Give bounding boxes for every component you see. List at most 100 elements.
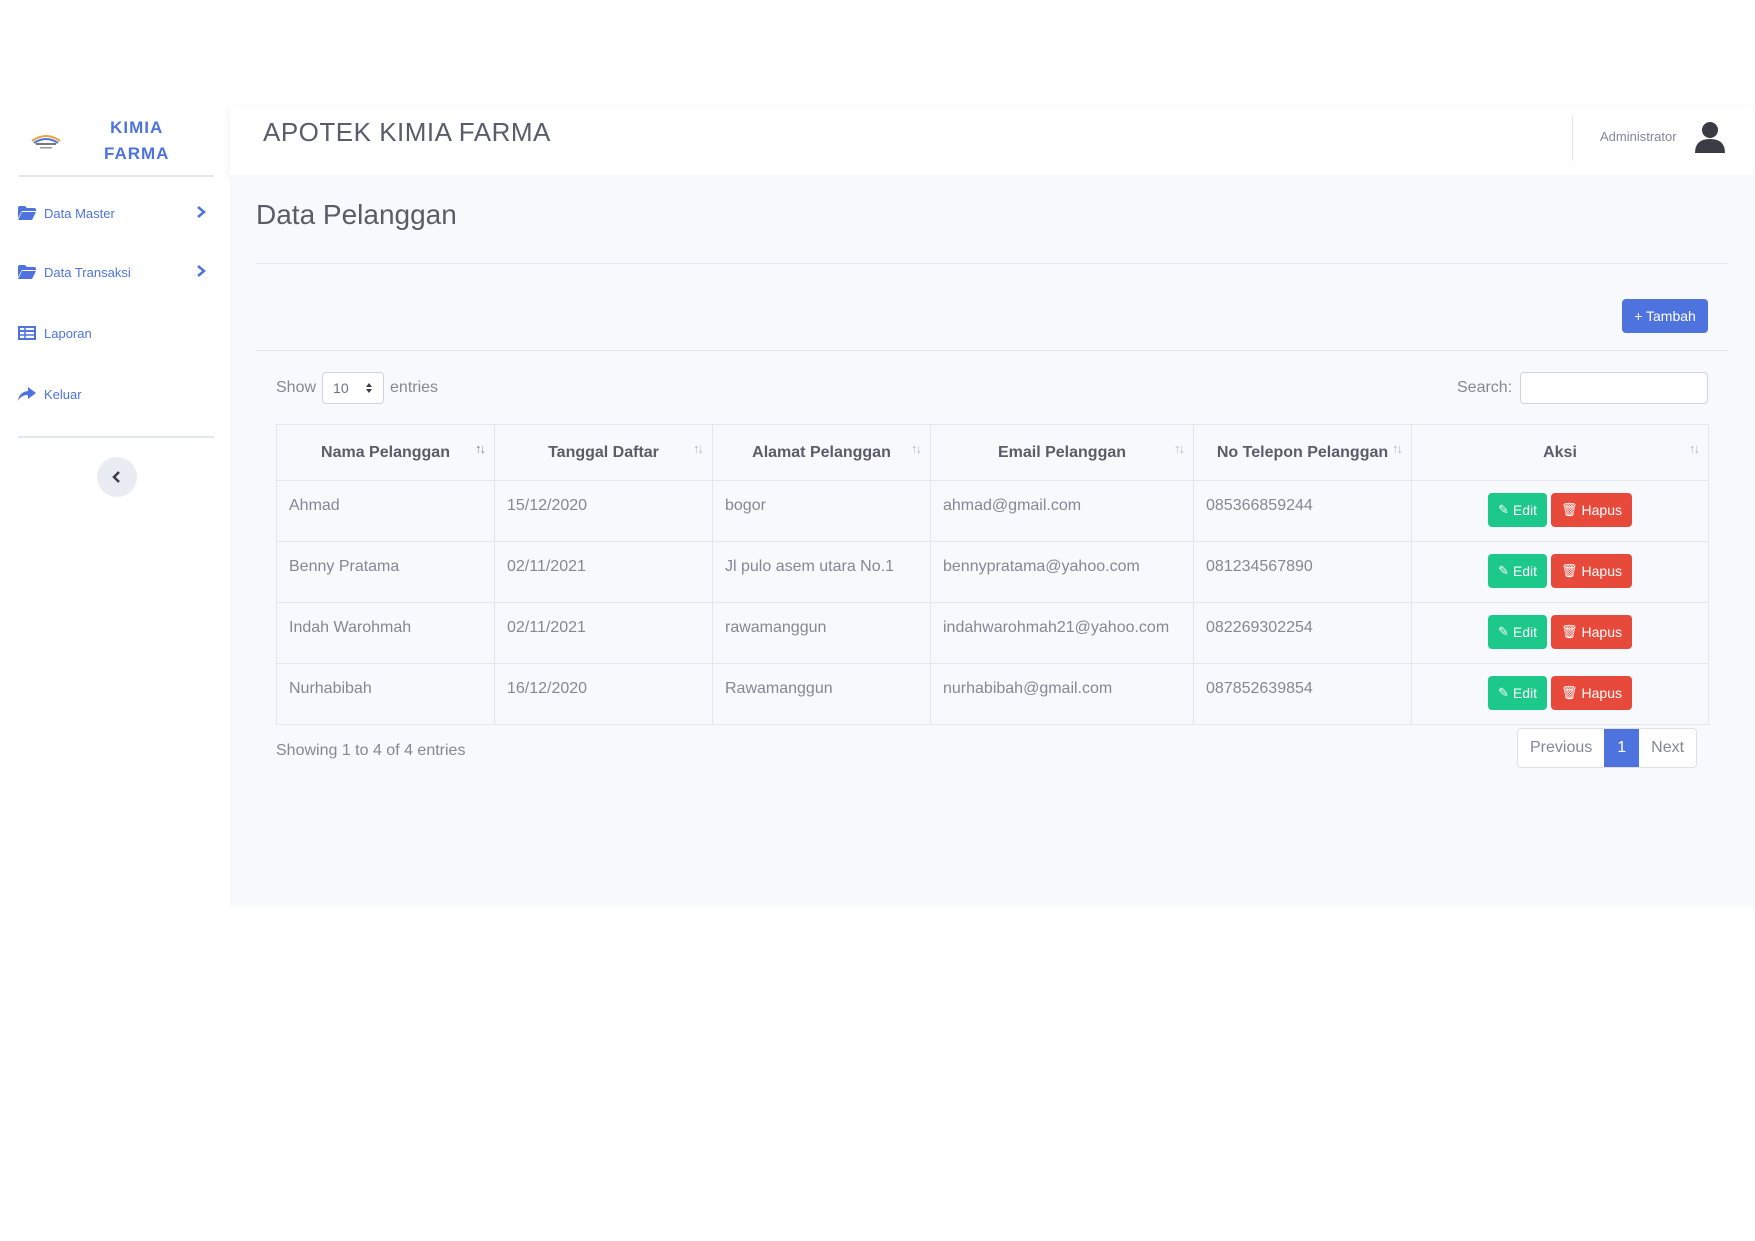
- delete-button[interactable]: 🗑 Hapus: [1551, 615, 1632, 649]
- sidebar-toggle-button[interactable]: [97, 457, 137, 497]
- chevron-left-icon: [112, 471, 120, 483]
- table-header-row: Nama Pelanggan ↑↓ Tanggal Daftar ↑↓ Alamat…: [276, 424, 1709, 481]
- sidebar-item-keluar[interactable]: Keluar: [18, 374, 214, 414]
- sort-arrows-icon: [366, 383, 373, 393]
- main-content: Data Pelanggan + Tambah Show 10 entries …: [230, 175, 1755, 907]
- table-cell: rawamanggun: [712, 602, 931, 664]
- sidebar-item-label: Laporan: [44, 325, 92, 341]
- sidebar-item-label: Data Transaksi: [44, 264, 131, 280]
- edit-icon: ✎: [1497, 502, 1509, 517]
- trash-icon: 🗑: [1561, 624, 1578, 639]
- divider: [256, 350, 1728, 351]
- table-row: Benny Pratama 02/11/2021 Jl pulo asem ut…: [276, 541, 1709, 603]
- table-icon: [18, 326, 36, 340]
- divider: [256, 263, 1728, 264]
- edit-button[interactable]: ✎ Edit: [1487, 615, 1548, 649]
- table-cell: 087852639854: [1193, 663, 1412, 725]
- column-header[interactable]: Email Pelanggan ↑↓: [930, 424, 1194, 481]
- sidebar-item-laporan[interactable]: Laporan: [18, 313, 214, 353]
- customers-table: Nama Pelanggan ↑↓ Tanggal Daftar ↑↓ Alamat…: [276, 424, 1709, 725]
- next-page-button[interactable]: Next: [1639, 729, 1696, 767]
- previous-page-button[interactable]: Previous: [1518, 729, 1604, 767]
- delete-button[interactable]: 🗑 Hapus: [1551, 554, 1632, 588]
- table-cell: Rawamanggun: [712, 663, 931, 725]
- table-cell: Indah Warohmah: [276, 602, 495, 664]
- folder-icon: [18, 265, 36, 279]
- trash-icon: 🗑: [1561, 685, 1578, 700]
- sidebar-item-label: Keluar: [44, 386, 82, 402]
- sidebar-divider: [18, 175, 214, 177]
- table-cell: bogor: [712, 480, 931, 542]
- table-cell: Benny Pratama: [276, 541, 495, 603]
- brand[interactable]: KIMIA FARMA: [18, 107, 214, 175]
- edit-label: Edit: [1512, 685, 1538, 701]
- delete-button[interactable]: 🗑 Hapus: [1551, 676, 1632, 710]
- search-label: Search:: [1457, 379, 1513, 396]
- delete-button[interactable]: 🗑 Hapus: [1551, 493, 1632, 527]
- actions-cell: ✎ Edit 🗑 Hapus: [1411, 663, 1709, 725]
- table-cell: 085366859244: [1193, 480, 1412, 542]
- table-cell: indahwarohmah21@yahoo.com: [930, 602, 1194, 664]
- sidebar-item-data-master[interactable]: Data Master: [18, 193, 214, 233]
- entries-select[interactable]: 10: [322, 372, 385, 404]
- table-cell: Nurhabibah: [276, 663, 495, 725]
- table-cell: 16/12/2020: [494, 663, 713, 725]
- user-icon[interactable]: [1692, 119, 1728, 155]
- edit-label: Edit: [1512, 563, 1538, 579]
- delete-label: Hapus: [1581, 502, 1622, 518]
- column-header[interactable]: Alamat Pelanggan ↑↓: [712, 424, 931, 481]
- sort-icon: ↑↓: [693, 441, 704, 456]
- sidebar: KIMIA FARMA Data Master Data Transaksi L…: [0, 107, 230, 907]
- entries-length-control: Show 10 entries: [276, 371, 438, 405]
- delete-label: Hapus: [1581, 685, 1622, 701]
- column-header[interactable]: Nama Pelanggan ↑↓: [276, 424, 495, 481]
- sort-icon: ↑↓: [1689, 441, 1700, 456]
- share-icon: [18, 387, 36, 401]
- delete-label: Hapus: [1581, 563, 1622, 579]
- table-cell: nurhabibah@gmail.com: [930, 663, 1194, 725]
- column-header-label: Email Pelanggan: [997, 443, 1127, 461]
- topbar-divider: [1572, 115, 1573, 161]
- topbar: APOTEK KIMIA FARMA Administrator: [230, 107, 1755, 175]
- sidebar-divider: [18, 436, 214, 438]
- edit-button[interactable]: ✎ Edit: [1487, 676, 1548, 710]
- sort-icon: ↑↓: [1174, 441, 1185, 456]
- table-cell: 02/11/2021: [494, 541, 713, 603]
- sort-icon: ↑↓: [1392, 441, 1403, 456]
- page-title: Data Pelanggan: [256, 199, 457, 230]
- edit-button[interactable]: ✎ Edit: [1487, 554, 1548, 588]
- sidebar-item-label: Data Master: [44, 205, 115, 221]
- column-header-label: Tanggal Daftar: [548, 443, 659, 461]
- edit-label: Edit: [1512, 502, 1538, 518]
- chevron-right-icon: [197, 206, 206, 218]
- column-header[interactable]: No Telepon Pelanggan ↑↓: [1193, 424, 1412, 481]
- user-name[interactable]: Administrator: [1600, 129, 1677, 144]
- brand-logo-icon: [18, 121, 74, 161]
- entries-select-value: 10: [333, 380, 349, 396]
- column-header-label: No Telepon Pelanggan: [1216, 443, 1389, 461]
- column-header[interactable]: Tanggal Daftar ↑↓: [494, 424, 713, 481]
- table-info: Showing 1 to 4 of 4 entries: [276, 742, 466, 759]
- table-cell: 082269302254: [1193, 602, 1412, 664]
- edit-button[interactable]: ✎ Edit: [1487, 493, 1548, 527]
- column-header[interactable]: Aksi ↑↓: [1411, 424, 1709, 481]
- show-label: Show: [276, 379, 317, 396]
- table-row: Ahmad 15/12/2020 bogor ahmad@gmail.com 0…: [276, 480, 1709, 542]
- search-input[interactable]: [1520, 372, 1709, 404]
- edit-label: Edit: [1512, 624, 1538, 640]
- table-cell: bennypratama@yahoo.com: [930, 541, 1194, 603]
- sidebar-item-data-transaksi[interactable]: Data Transaksi: [18, 252, 214, 292]
- table-cell: Ahmad: [276, 480, 495, 542]
- actions-cell: ✎ Edit 🗑 Hapus: [1411, 602, 1709, 664]
- column-header-label: Aksi: [1543, 443, 1577, 461]
- pagination: Previous 1 Next: [1517, 728, 1698, 768]
- sort-icon: ↑↓: [911, 441, 922, 456]
- page-1-button[interactable]: 1: [1604, 729, 1640, 767]
- delete-label: Hapus: [1581, 624, 1622, 640]
- column-header-label: Alamat Pelanggan: [752, 443, 891, 461]
- table-cell: ahmad@gmail.com: [930, 480, 1194, 542]
- table-row: Indah Warohmah 02/11/2021 rawamanggun in…: [276, 602, 1709, 664]
- table-cell: Jl pulo asem utara No.1: [712, 541, 931, 603]
- add-button[interactable]: + Tambah: [1622, 299, 1708, 333]
- brand-name: KIMIA FARMA: [104, 115, 169, 167]
